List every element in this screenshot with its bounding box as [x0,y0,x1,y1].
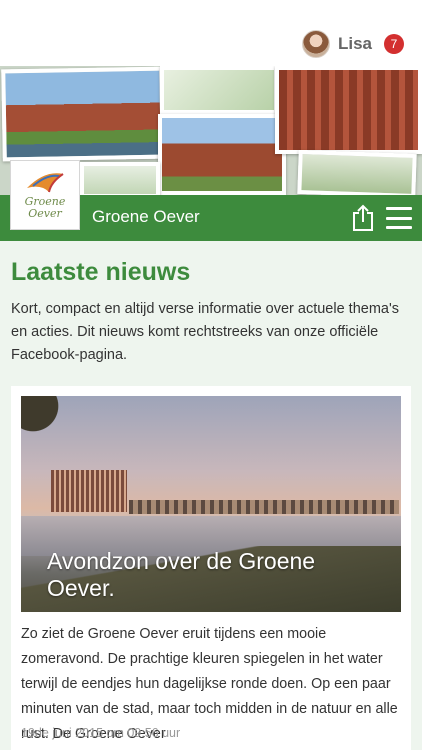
banner-photo [275,66,422,154]
user-profile[interactable]: Lisa 7 [301,29,404,59]
news-title: Avondzon over de Groene Oever. [47,548,316,601]
logo[interactable]: Groene Oever [10,160,80,230]
share-icon[interactable] [350,204,376,232]
building [51,470,127,512]
hamburger-menu-icon[interactable] [386,207,412,229]
banner-photo [158,114,286,195]
banner-photo [1,66,165,162]
top-bar: Lisa 7 [0,0,422,66]
header-title: Groene Oever [92,207,200,226]
banner-photo [80,162,160,195]
building-row [129,500,399,514]
tree-silhouette [21,396,81,446]
avatar[interactable] [301,30,330,58]
notification-badge[interactable]: 7 [384,34,404,54]
news-date: 19de juni 2015 om 09:56 uur [21,726,181,740]
news-card[interactable]: Avondzon over de Groene Oever. Zo ziet d… [11,386,411,750]
banner-photo [297,149,417,195]
intro-text: Kort, compact en altijd verse informatie… [11,301,400,363]
page-title: Laatste nieuws [11,258,191,286]
logo-text-line2: Oever [28,207,62,220]
username[interactable]: Lisa [338,34,372,54]
banner-photo [160,66,278,114]
news-image[interactable]: Avondzon over de Groene Oever. [21,396,401,612]
kite-icon [27,173,64,193]
